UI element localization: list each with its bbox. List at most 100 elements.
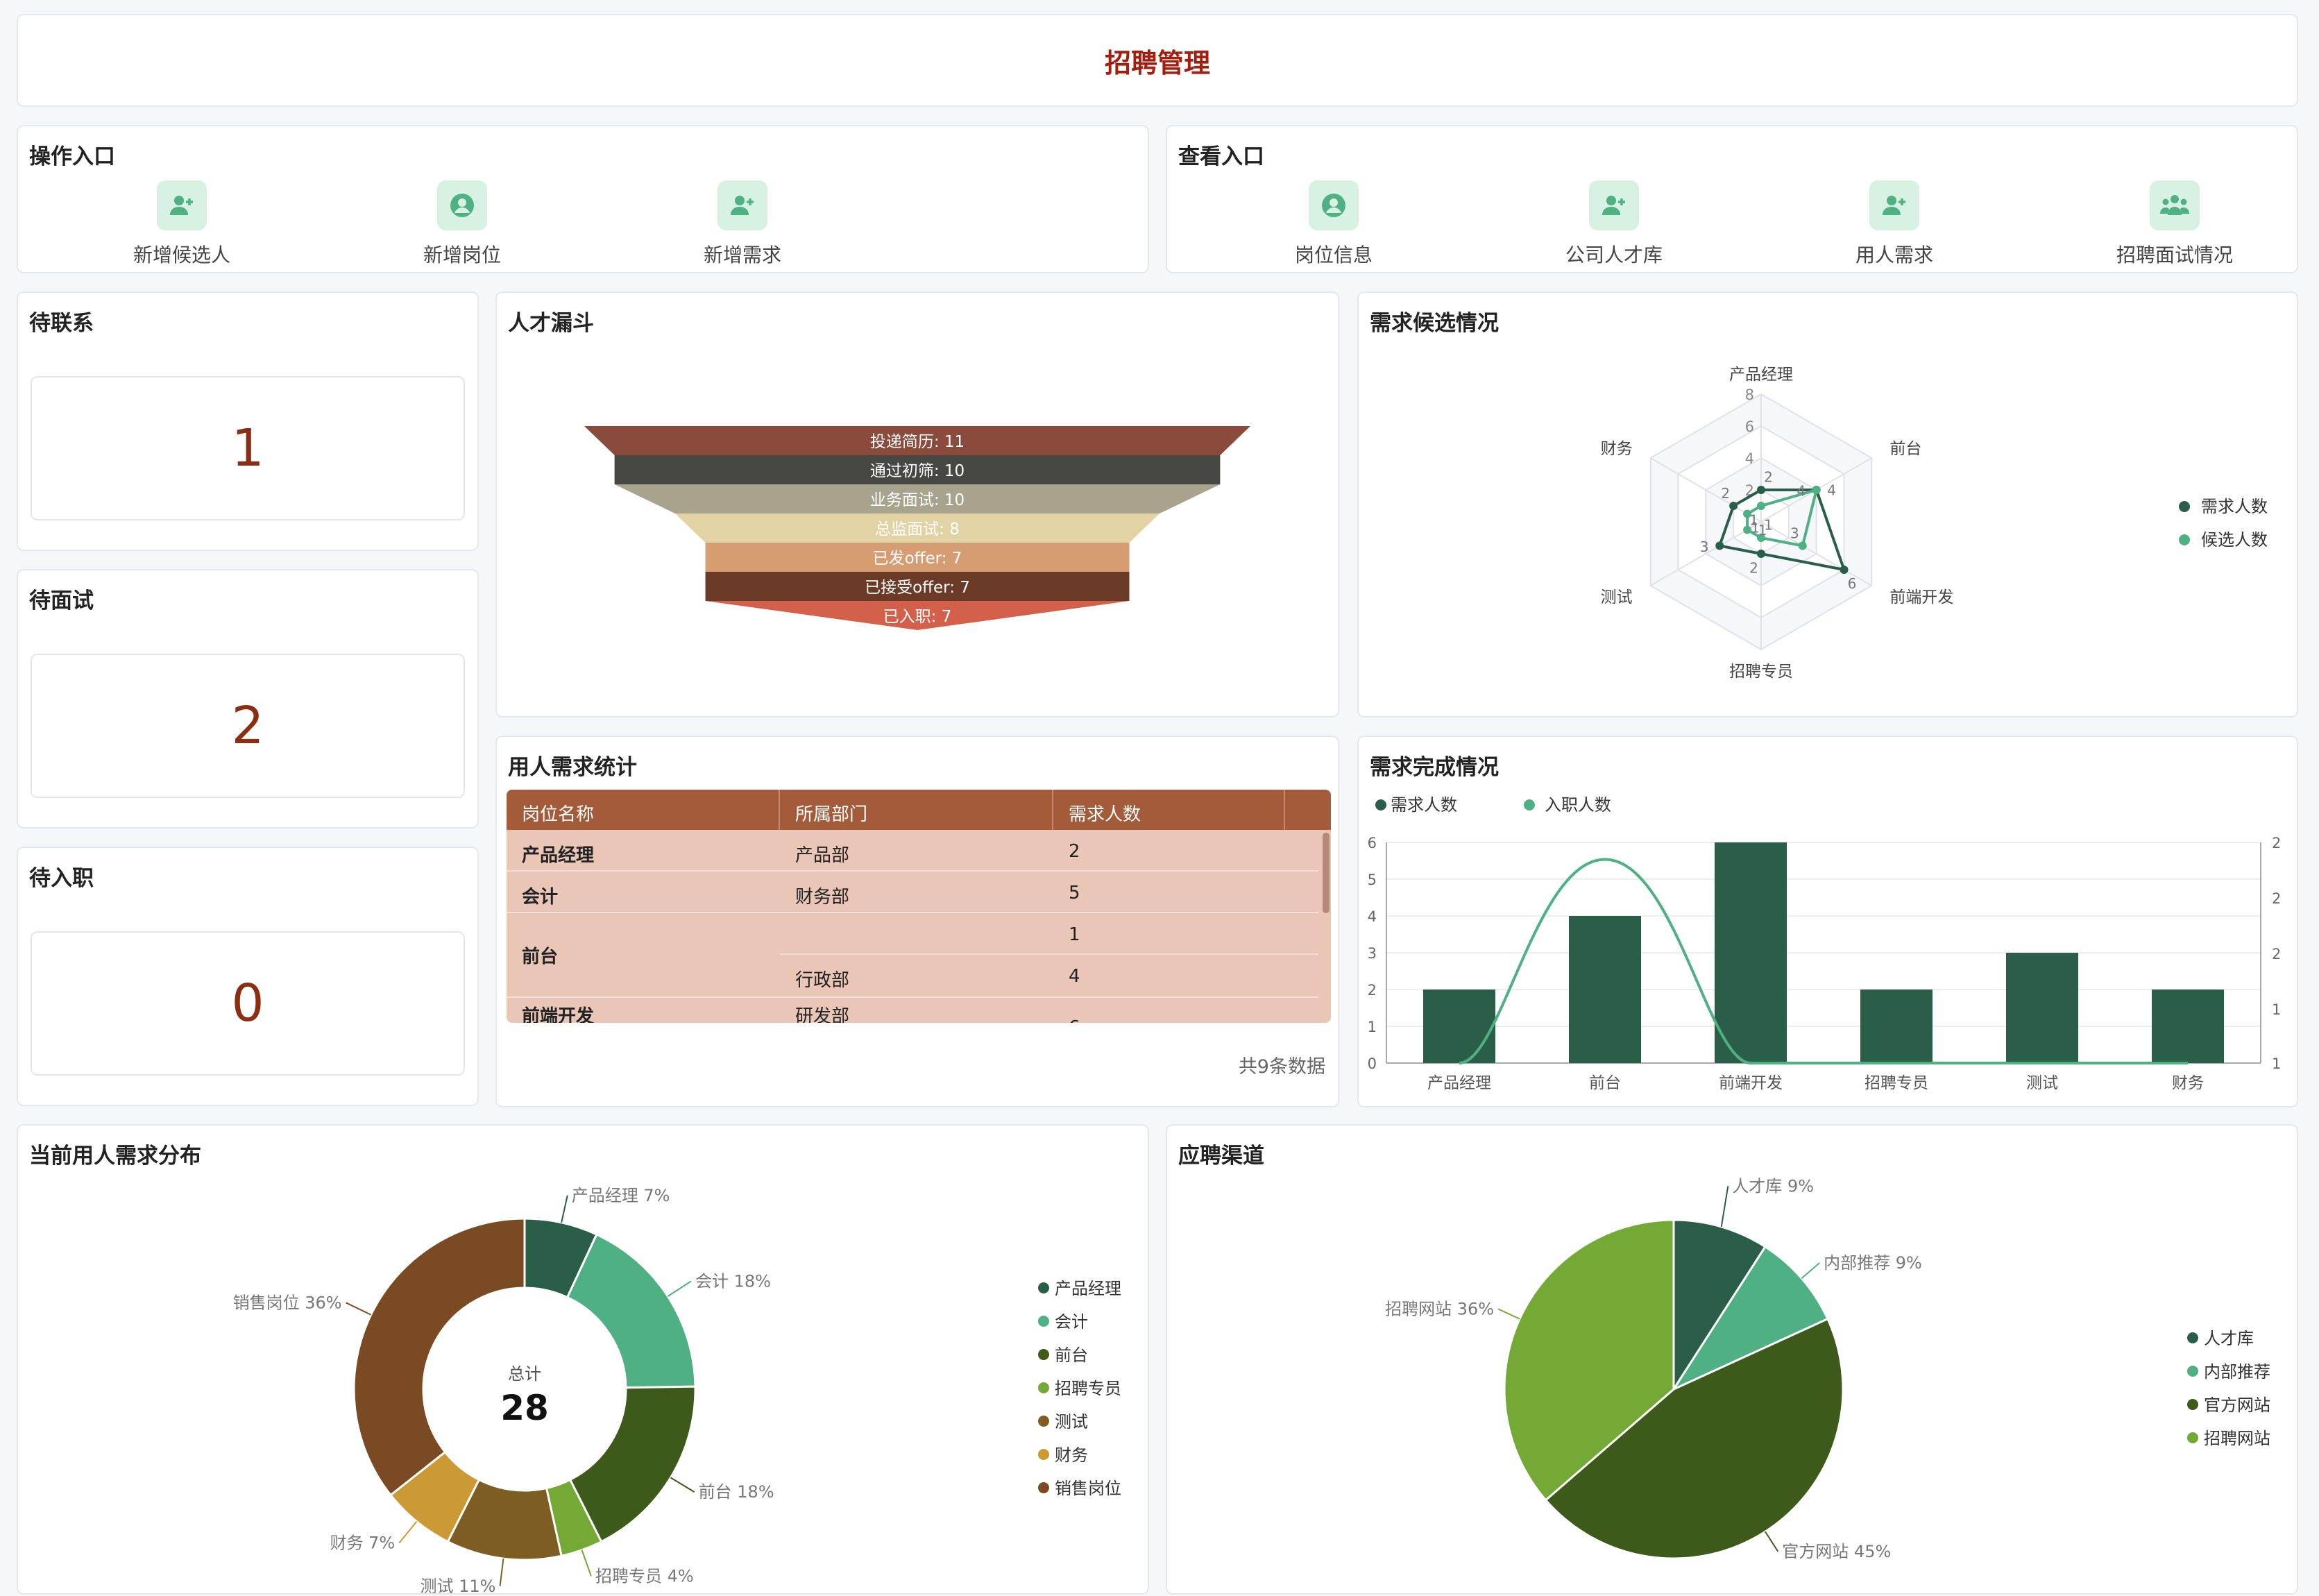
table-row[interactable]: 前端开发 研发部 6 xyxy=(507,996,1318,1023)
legend-onboard-label: 入职人数 xyxy=(1545,795,1611,815)
add-demand-button[interactable]: 新增需求 xyxy=(652,180,833,268)
legend-marker[interactable] xyxy=(2187,1366,2198,1377)
legend-marker[interactable] xyxy=(2187,1432,2198,1443)
stat-card-contact[interactable]: 待联系 1 xyxy=(17,291,479,551)
legend-marker[interactable] xyxy=(1038,1482,1049,1493)
funnel-stage-label: 总监面试: 8 xyxy=(875,520,960,538)
bar-demand[interactable] xyxy=(2152,990,2224,1063)
col-header-dept[interactable]: 所属部门 xyxy=(780,790,1053,830)
funnel-stage-label: 通过初筛: 10 xyxy=(870,462,965,480)
distribution-chart: 产品经理 7% 会计 18% 前台 18% 招聘专员 4% 测试 11% 财务 7% 销售岗… xyxy=(233,1186,1121,1596)
donut-slice[interactable] xyxy=(352,1217,526,1497)
table-row[interactable]: 1 前台 行政部 4 xyxy=(507,913,1318,996)
bar-demand[interactable] xyxy=(1423,990,1495,1063)
legend-marker[interactable] xyxy=(1038,1282,1049,1293)
table-row[interactable]: 会计 财务部 5 xyxy=(507,872,1318,913)
donut-slice-label: 会计 18% xyxy=(695,1271,771,1291)
channels-chart: 人才库 9% 内部推荐 9% 官方网站 45% 招聘网站 36% 人才库内部推荐官方网… xyxy=(1385,1176,2270,1561)
bar-demand[interactable] xyxy=(1715,842,1787,1063)
x-tick-label: 财务 xyxy=(2172,1074,2204,1092)
radar-card: 需求候选情况 产品经理 前台 前端开发 招聘专员 测试 财务 2 4 6 8 2 4 6 2 3 2 1 4 3 1 1… xyxy=(1357,291,2298,718)
y-left-tick: 6 xyxy=(1368,835,1377,851)
legend-label: 招聘网站 xyxy=(2204,1429,2270,1448)
donut-slice[interactable] xyxy=(566,1232,697,1389)
legend-demand-label: 需求人数 xyxy=(1391,795,1457,815)
table-title: 用人需求统计 xyxy=(508,755,637,780)
stat-value: 1 xyxy=(231,418,264,478)
stat-card-onboard[interactable]: 待入职 0 xyxy=(17,847,479,1106)
legend-marker[interactable] xyxy=(1038,1382,1049,1393)
legend-label: 招聘专员 xyxy=(1055,1379,1121,1398)
donut-leader-line xyxy=(499,1558,504,1586)
donut-leader-line xyxy=(346,1302,372,1316)
position-info-button[interactable]: 岗位信息 xyxy=(1243,180,1424,268)
radar-point[interactable] xyxy=(1840,566,1849,574)
radar-point[interactable] xyxy=(1743,509,1752,518)
x-tick-label: 前台 xyxy=(1589,1074,1621,1092)
x-tick-label: 招聘专员 xyxy=(1864,1074,1928,1092)
bar-demand[interactable] xyxy=(1860,990,1932,1063)
completion-card: 需求完成情况 需求人数 入职人数 0 1 2 3 4 5 6 1 1 2 2 2 产品经理 前台 前端开发招… xyxy=(1357,736,2298,1107)
legend-candidate-label: 候选人数 xyxy=(2201,530,2268,550)
x-tick-label: 前端开发 xyxy=(1719,1074,1783,1092)
add-candidate-button[interactable]: 新增候选人 xyxy=(92,180,272,268)
stat-value-box: 1 xyxy=(31,376,465,520)
legend-marker[interactable] xyxy=(2187,1399,2198,1410)
pie-slice-label: 官方网站 45% xyxy=(1782,1542,1891,1561)
stat-value-box: 2 xyxy=(31,654,465,798)
legend-marker[interactable] xyxy=(1038,1316,1049,1327)
legend-marker[interactable] xyxy=(2187,1332,2198,1343)
entry-label: 新增岗位 xyxy=(423,244,501,266)
radar-point[interactable] xyxy=(1729,502,1738,510)
interview-status-button[interactable]: 招聘面试情况 xyxy=(2084,180,2265,268)
table-scrollbar[interactable] xyxy=(1323,833,1330,913)
radar-tick-label: 4 xyxy=(1745,450,1754,467)
col-header-name[interactable]: 岗位名称 xyxy=(507,790,780,830)
legend-demand-marker[interactable] xyxy=(2179,501,2190,512)
pie-leader-line xyxy=(1720,1186,1729,1228)
cell-name: 前台 xyxy=(522,946,559,967)
radar-point-label: 6 xyxy=(1848,575,1857,592)
radar-point[interactable] xyxy=(1798,541,1807,550)
radar-point-label: 4 xyxy=(1796,483,1806,500)
user-circle-icon xyxy=(437,180,487,230)
add-user-icon xyxy=(717,180,767,230)
stat-card-interview[interactable]: 待面试 2 xyxy=(17,569,479,829)
legend-marker[interactable] xyxy=(1038,1349,1049,1360)
add-position-button[interactable]: 新增岗位 xyxy=(372,180,552,268)
table-row[interactable]: 产品经理 产品部 2 xyxy=(507,830,1318,872)
radar-point-label: 1 xyxy=(1751,519,1760,536)
legend-marker[interactable] xyxy=(1038,1449,1049,1460)
radar-point[interactable] xyxy=(1715,541,1724,550)
funnel-chart: 投递简历: 11 通过初筛: 10 业务面试: 10 总监面试: 8 已发offer: … xyxy=(584,426,1250,630)
radar-point[interactable] xyxy=(1757,502,1765,510)
radar-point[interactable] xyxy=(1812,486,1821,494)
legend-onboard-marker[interactable] xyxy=(1524,799,1535,810)
radar-point[interactable] xyxy=(1757,486,1765,494)
pie-leader-line xyxy=(1801,1262,1820,1279)
radar-chart: 产品经理前台前端开发招聘专员测试财务2468246232143111 需求人数 … xyxy=(1601,366,2268,681)
legend-label: 销售岗位 xyxy=(1055,1479,1121,1498)
cell-dept: 研发部 xyxy=(795,1006,850,1023)
y-left-tick: 3 xyxy=(1368,945,1377,962)
demand-view-button[interactable]: 用人需求 xyxy=(1804,180,1985,268)
talent-pool-button[interactable]: 公司人才库 xyxy=(1524,180,1704,268)
stat-title: 待面试 xyxy=(29,588,94,613)
legend-label: 财务 xyxy=(1055,1445,1088,1465)
legend-marker[interactable] xyxy=(1038,1416,1049,1427)
channels-card: 应聘渠道 人才库 9% 内部推荐 9% 官方网站 45% 招聘网站 36% 人才库 内部… xyxy=(1166,1124,2298,1595)
radar-point-label: 3 xyxy=(1790,525,1799,542)
add-user-icon xyxy=(157,180,207,230)
ops-title: 操作入口 xyxy=(29,144,115,169)
view-card: 查看入口 岗位信息 公司人才库 用人需求 招聘面试情况 xyxy=(1166,125,2298,273)
donut-leader-line xyxy=(667,1280,692,1297)
entry-label: 新增候选人 xyxy=(133,244,230,266)
bar-demand[interactable] xyxy=(1569,916,1641,1063)
legend-label: 内部推荐 xyxy=(2204,1362,2270,1382)
legend-candidate-marker[interactable] xyxy=(2179,534,2190,545)
entry-label: 岗位信息 xyxy=(1294,244,1373,266)
bar-demand[interactable] xyxy=(2006,953,2078,1063)
radar-point[interactable] xyxy=(1757,550,1765,558)
col-header-count[interactable]: 需求人数 xyxy=(1053,790,1331,830)
legend-demand-marker[interactable] xyxy=(1375,799,1386,810)
